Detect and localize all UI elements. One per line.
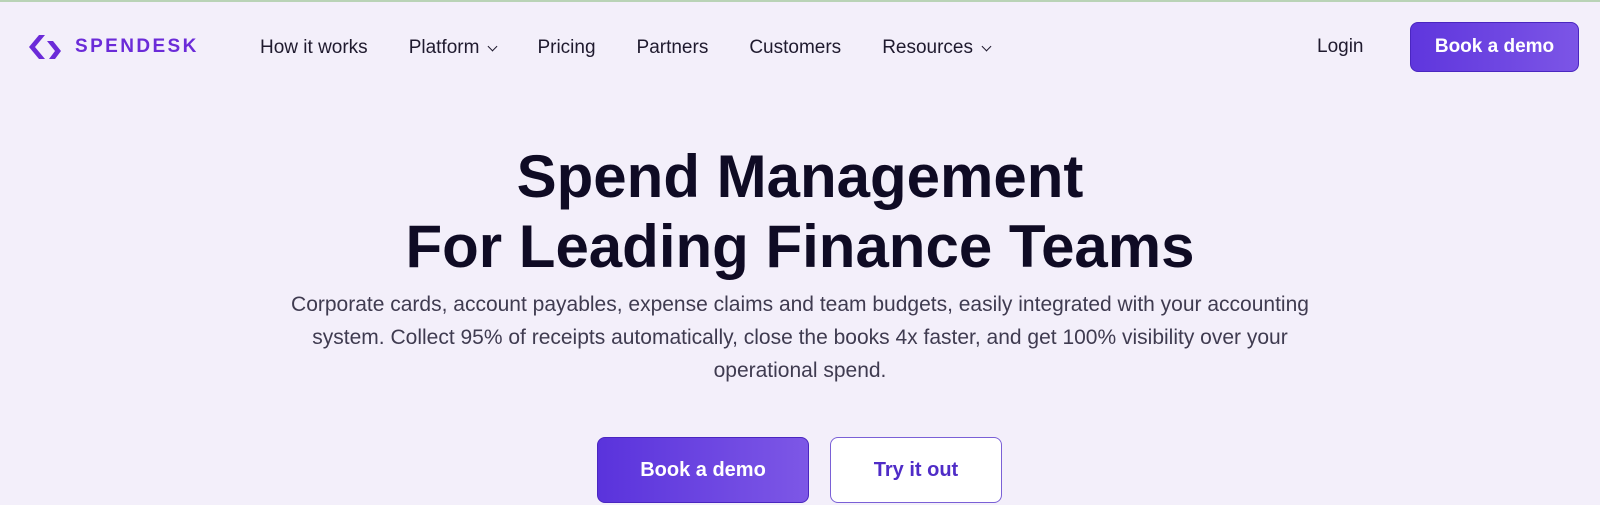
nav-resources[interactable]: Resources: [882, 37, 992, 59]
brand-logo[interactable]: SPENDESK: [27, 32, 199, 62]
chevron-down-icon: [981, 41, 992, 51]
nav-platform[interactable]: Platform: [408, 37, 498, 59]
hero-title-line-2: For Leading Finance Teams: [405, 213, 1195, 280]
nav-label: Customers: [749, 37, 842, 58]
hero-title: Spend Management For Leading Finance Tea…: [0, 142, 1600, 282]
nav-customers[interactable]: Customers: [749, 37, 841, 59]
chevron-down-icon: [487, 41, 498, 51]
nav-partners[interactable]: Partners: [637, 37, 709, 59]
spendesk-logo-icon: [29, 35, 61, 59]
hero-title-line-1: Spend Management: [516, 143, 1084, 210]
top-navigation: SPENDESK How it works Platform Pricing P…: [0, 20, 1600, 76]
brand-name: SPENDESK: [75, 36, 199, 57]
nav-label: How it works: [260, 37, 368, 58]
nav-pricing[interactable]: Pricing: [537, 37, 595, 59]
nav-label: Resources: [882, 37, 974, 58]
nav-label: Pricing: [537, 37, 596, 58]
hero-subtitle: Corporate cards, account payables, expen…: [291, 293, 1309, 382]
login-link[interactable]: Login: [1317, 36, 1364, 58]
header-book-demo-button[interactable]: Book a demo: [1410, 22, 1579, 72]
nav-label: Platform: [408, 37, 480, 58]
window-top-border: [0, 0, 1600, 2]
hero-book-demo-button[interactable]: Book a demo: [597, 437, 809, 503]
hero-try-it-out-button[interactable]: Try it out: [830, 437, 1002, 503]
nav-label: Partners: [636, 37, 709, 58]
main-menu: How it works Platform Pricing Partners C…: [260, 36, 1031, 60]
nav-how-it-works[interactable]: How it works: [260, 37, 368, 59]
